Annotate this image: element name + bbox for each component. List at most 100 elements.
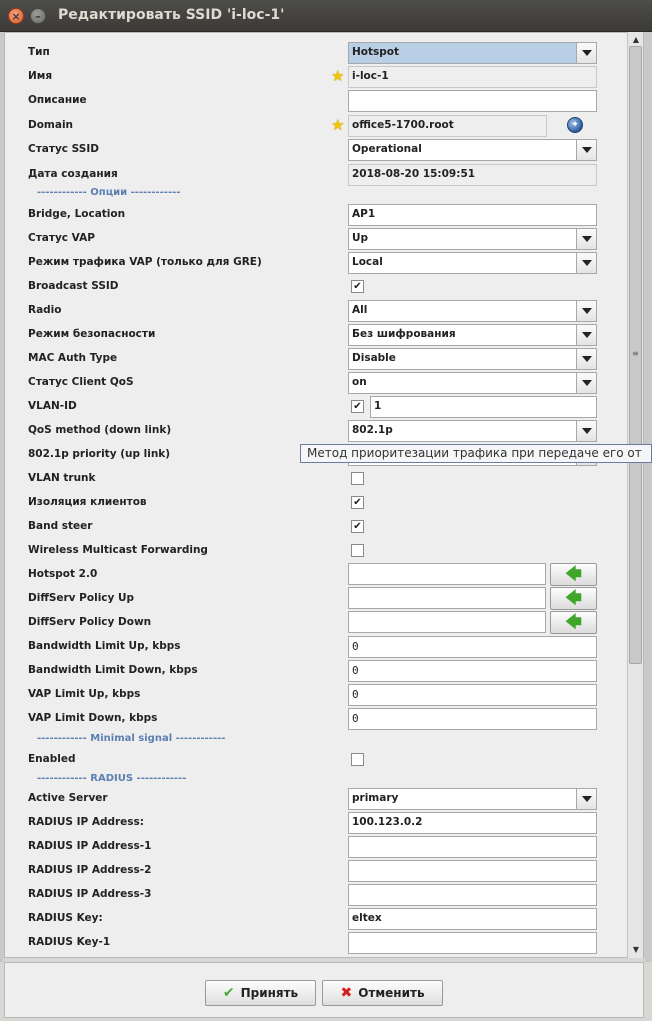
chevron-down-icon[interactable] bbox=[576, 253, 596, 273]
client-qos-value: on bbox=[352, 376, 367, 388]
radius-key1-field[interactable] bbox=[348, 932, 597, 954]
bw-down-field[interactable]: 0 bbox=[348, 660, 597, 682]
vlan-id-field[interactable]: 1 bbox=[370, 396, 597, 418]
vlan-checkbox[interactable] bbox=[351, 400, 364, 413]
active-server-select[interactable]: primary bbox=[348, 788, 597, 810]
background-window bbox=[644, 32, 652, 962]
grip-icon: ≡ bbox=[632, 349, 639, 358]
ssid-status-value: Operational bbox=[352, 143, 422, 155]
vap-down-field[interactable]: 0 bbox=[348, 708, 597, 730]
minimize-icon[interactable]: – bbox=[30, 8, 46, 24]
accept-button[interactable]: ✔ Принять bbox=[205, 980, 316, 1006]
isolation-checkbox[interactable] bbox=[351, 496, 364, 509]
diffserv-up-label: DiffServ Policy Up bbox=[28, 592, 135, 604]
ssid-status-select[interactable]: Operational bbox=[348, 139, 597, 161]
description-field[interactable] bbox=[348, 90, 597, 112]
globe-icon[interactable]: ✦ bbox=[567, 117, 583, 133]
arrow-left-icon[interactable]: 🡄 bbox=[550, 587, 597, 610]
band-steer-checkbox[interactable] bbox=[351, 520, 364, 533]
chevron-down-icon[interactable] bbox=[576, 43, 596, 63]
form-row-vlan-trunk: VLAN trunk bbox=[5, 467, 627, 491]
form-row-radius-ip1: RADIUS IP Address-1 bbox=[5, 835, 627, 859]
domain-label: Domain bbox=[28, 119, 74, 131]
radio-value: All bbox=[352, 304, 368, 316]
form-row-radius-key1: RADIUS Key-1 bbox=[5, 931, 627, 955]
bw-up-field[interactable]: 0 bbox=[348, 636, 597, 658]
tooltip: Метод приоритезации трафика при передаче… bbox=[300, 444, 652, 463]
hotspot20-label: Hotspot 2.0 bbox=[28, 568, 98, 580]
vertical-scrollbar[interactable]: ▲ ≡ ▼ bbox=[627, 32, 643, 958]
vap-up-field[interactable]: 0 bbox=[348, 684, 597, 706]
diffserv-down-field[interactable] bbox=[348, 611, 546, 633]
form-row-bw-up: Bandwidth Limit Up, kbps 0 bbox=[5, 635, 627, 659]
radius-key-field[interactable]: eltex bbox=[348, 908, 597, 930]
security-label: Режим безопасности bbox=[28, 328, 156, 340]
name-field[interactable]: i-loc-1 bbox=[348, 66, 597, 88]
name-label: Имя bbox=[28, 70, 53, 82]
domain-field[interactable]: office5-1700.root bbox=[348, 115, 547, 137]
chevron-down-icon[interactable] bbox=[576, 325, 596, 345]
chevron-down-icon[interactable] bbox=[576, 140, 596, 160]
cancel-button[interactable]: ✖ Отменить bbox=[322, 980, 443, 1006]
chevron-down-icon[interactable] bbox=[576, 349, 596, 369]
form-row-client-qos: Статус Client QoS on bbox=[5, 371, 627, 395]
qos-method-label: QoS method (down link) bbox=[28, 424, 172, 436]
enabled-checkbox[interactable] bbox=[351, 753, 364, 766]
chevron-down-icon[interactable] bbox=[576, 229, 596, 249]
chevron-down-icon[interactable] bbox=[576, 789, 596, 809]
chevron-down-icon[interactable] bbox=[576, 373, 596, 393]
form-row-vap-up: VAP Limit Up, kbps 0 bbox=[5, 683, 627, 707]
accept-label: Принять bbox=[240, 986, 299, 1000]
form-panel: Тип Hotspot Имя ★ i-loc-1 Описание Domai… bbox=[4, 32, 644, 958]
isolation-label: Изоляция клиентов bbox=[28, 496, 147, 508]
diffserv-down-label: DiffServ Policy Down bbox=[28, 616, 152, 628]
vap-status-label: Статус VAP bbox=[28, 232, 95, 244]
form-row-hotspot20: Hotspot 2.0 🡄 bbox=[5, 563, 627, 587]
star-icon: ★ bbox=[331, 67, 345, 85]
chevron-down-icon[interactable] bbox=[576, 301, 596, 321]
radio-label: Radio bbox=[28, 304, 62, 316]
form-row-radius-ip: RADIUS IP Address: 100.123.0.2 bbox=[5, 811, 627, 835]
arrow-left-icon[interactable]: 🡄 bbox=[550, 611, 597, 634]
active-server-label: Active Server bbox=[28, 792, 108, 804]
form-row-radius-ip3: RADIUS IP Address-3 bbox=[5, 883, 627, 907]
checkmark-icon: ✔ bbox=[222, 985, 235, 1001]
form-row-type: Тип Hotspot bbox=[5, 41, 627, 65]
radio-select[interactable]: All bbox=[348, 300, 597, 322]
multicast-checkbox[interactable] bbox=[351, 544, 364, 557]
form-row-vap-traffic: Режим трафика VAP (только для GRE) Local bbox=[5, 251, 627, 275]
chevron-down-icon[interactable] bbox=[576, 421, 596, 441]
scroll-down-icon[interactable]: ▼ bbox=[630, 944, 642, 956]
radius-ip1-field[interactable] bbox=[348, 836, 597, 858]
vap-status-select[interactable]: Up bbox=[348, 228, 597, 250]
security-select[interactable]: Без шифрования bbox=[348, 324, 597, 346]
radius-ip3-field[interactable] bbox=[348, 884, 597, 906]
broadcast-checkbox[interactable] bbox=[351, 280, 364, 293]
form-row-radius-ip2: RADIUS IP Address-2 bbox=[5, 859, 627, 883]
type-select[interactable]: Hotspot bbox=[348, 42, 597, 64]
vlan-trunk-label: VLAN trunk bbox=[28, 472, 96, 484]
scroll-up-icon[interactable]: ▲ bbox=[630, 34, 642, 46]
vap-traffic-value: Local bbox=[352, 256, 383, 268]
qos-method-select[interactable]: 802.1p bbox=[348, 420, 597, 442]
bridge-field[interactable]: AP1 bbox=[348, 204, 597, 226]
radius-ip2-field[interactable] bbox=[348, 860, 597, 882]
vap-traffic-select[interactable]: Local bbox=[348, 252, 597, 274]
radius-ip1-label: RADIUS IP Address-1 bbox=[28, 840, 152, 852]
type-label: Тип bbox=[28, 46, 50, 58]
radius-ip-field[interactable]: 100.123.0.2 bbox=[348, 812, 597, 834]
bw-up-label: Bandwidth Limit Up, kbps bbox=[28, 640, 181, 652]
hotspot20-field[interactable] bbox=[348, 563, 546, 585]
close-icon[interactable]: × bbox=[8, 8, 24, 24]
arrow-left-icon[interactable]: 🡄 bbox=[550, 563, 597, 586]
scrollbar-thumb[interactable]: ≡ bbox=[629, 46, 642, 664]
form-row-mac-auth: MAC Auth Type Disable bbox=[5, 347, 627, 371]
form-row-domain: Domain ★ office5-1700.root ✦ bbox=[5, 114, 627, 138]
diffserv-up-field[interactable] bbox=[348, 587, 546, 609]
title-bar: × – Редактировать SSID 'i-loc-1' bbox=[0, 0, 652, 32]
vlan-trunk-checkbox[interactable] bbox=[351, 472, 364, 485]
client-qos-select[interactable]: on bbox=[348, 372, 597, 394]
mac-auth-select[interactable]: Disable bbox=[348, 348, 597, 370]
mac-auth-value: Disable bbox=[352, 352, 396, 364]
star-icon: ★ bbox=[331, 116, 345, 134]
